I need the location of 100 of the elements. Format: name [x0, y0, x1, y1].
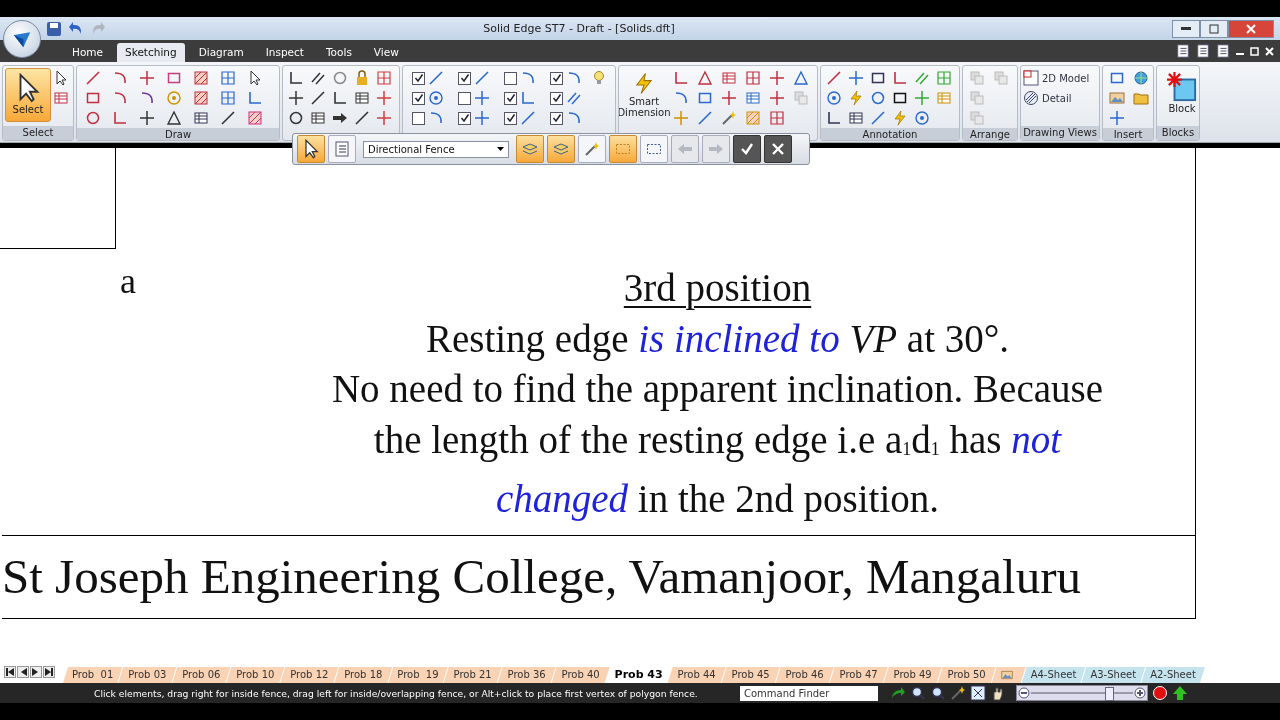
- grid-icon[interactable]: [219, 70, 236, 86]
- hatch-icon[interactable]: [192, 90, 209, 106]
- sheet-tab[interactable]: A2-Sheet: [1141, 667, 1205, 683]
- circle-icon[interactable]: [288, 110, 304, 126]
- save-icon[interactable]: [46, 20, 62, 37]
- line-icon[interactable]: [354, 110, 370, 126]
- toolbar-button[interactable]: [297, 135, 325, 163]
- crosshair-icon[interactable]: [769, 90, 785, 106]
- crosshair-icon[interactable]: [848, 70, 864, 86]
- checkbox[interactable]: [412, 111, 425, 125]
- toolbar-button[interactable]: [764, 135, 792, 163]
- right-arrow-icon[interactable]: [332, 110, 348, 126]
- fit-view-icon[interactable]: [970, 685, 986, 701]
- checkbox[interactable]: [412, 71, 425, 85]
- sheet-tab[interactable]: Prob 21: [443, 667, 502, 683]
- sheet-navigation-icon[interactable]: [43, 665, 55, 678]
- select-button[interactable]: Select: [5, 68, 51, 122]
- square-icon[interactable]: [870, 70, 886, 86]
- zoom-out-icon[interactable]: [1018, 687, 1030, 699]
- line-icon[interactable]: [310, 90, 326, 106]
- hatch-icon[interactable]: [246, 110, 263, 126]
- checkbox[interactable]: [458, 71, 471, 85]
- list-icon[interactable]: [1216, 44, 1230, 58]
- sheet-navigation-icon[interactable]: [4, 665, 16, 678]
- corner-icon[interactable]: [288, 70, 304, 86]
- circle-icon[interactable]: [84, 110, 101, 126]
- sheet-tab[interactable]: A4-Sheet: [1021, 667, 1086, 683]
- arc-icon[interactable]: [428, 110, 444, 126]
- grid-icon[interactable]: [769, 110, 785, 126]
- sheet-tab[interactable]: Prob 18: [334, 667, 393, 683]
- crosshair-icon[interactable]: [474, 90, 490, 106]
- magnifier-icon[interactable]: [910, 685, 926, 701]
- crosshair-icon[interactable]: [138, 110, 155, 126]
- target-icon[interactable]: [826, 90, 842, 106]
- grid-icon[interactable]: [376, 70, 392, 86]
- fence-dropdown[interactable]: Directional Fence: [363, 140, 509, 158]
- sheet-tab[interactable]: Prob 12: [280, 667, 339, 683]
- bulb-icon[interactable]: [591, 70, 607, 86]
- table-icon[interactable]: [354, 90, 370, 106]
- table-icon[interactable]: [745, 90, 761, 106]
- pointer-icon[interactable]: [53, 70, 69, 86]
- command-finder-field[interactable]: Command Finder: [740, 685, 878, 701]
- up-arrow-icon[interactable]: [1172, 685, 1188, 701]
- sheet-tab[interactable]: Prob 03: [118, 667, 177, 683]
- checkbox[interactable]: [458, 111, 471, 125]
- list-icon[interactable]: [1196, 44, 1210, 58]
- arc-icon[interactable]: [520, 70, 536, 86]
- sheet-tab[interactable]: Prob 06: [172, 667, 231, 683]
- application-button[interactable]: [3, 20, 41, 58]
- sheet-tab[interactable]: Prob 01: [63, 667, 123, 683]
- corner-icon[interactable]: [673, 70, 689, 86]
- circle-icon[interactable]: [870, 90, 886, 106]
- crosshair-icon[interactable]: [376, 90, 392, 106]
- checkbox[interactable]: [504, 91, 517, 105]
- toolbar-button[interactable]: [640, 135, 668, 163]
- globe-icon[interactable]: [1133, 70, 1149, 86]
- hand-icon[interactable]: [990, 685, 1006, 701]
- sheet-tab[interactable]: Prob 50: [937, 667, 996, 683]
- checkbox[interactable]: [550, 71, 563, 85]
- list-icon[interactable]: [1176, 44, 1190, 58]
- table-icon[interactable]: [53, 90, 69, 106]
- arc-icon[interactable]: [566, 110, 582, 126]
- checkbox[interactable]: [550, 91, 563, 105]
- record-icon[interactable]: [1152, 685, 1168, 701]
- lock-icon[interactable]: [354, 70, 370, 86]
- sheet-tab[interactable]: Prob 19: [388, 667, 448, 683]
- table-icon[interactable]: [721, 70, 737, 86]
- close-button[interactable]: [1228, 19, 1274, 38]
- table-icon[interactable]: [310, 110, 326, 126]
- wand-icon[interactable]: [950, 685, 966, 701]
- parallel-lines-icon[interactable]: [310, 70, 326, 86]
- wand-icon[interactable]: [721, 110, 737, 126]
- sheet-tab[interactable]: Prob 40: [551, 667, 610, 683]
- sheet-navigation-icon[interactable]: [30, 665, 42, 678]
- view-button[interactable]: Detail: [1023, 90, 1090, 106]
- sheet-tab[interactable]: Prob 45: [721, 667, 780, 683]
- sheet-tab[interactable]: Prob 10: [226, 667, 285, 683]
- checkbox[interactable]: [504, 111, 517, 125]
- restore-icon[interactable]: [1250, 46, 1259, 56]
- corner-icon[interactable]: [826, 110, 842, 126]
- crosshair-icon[interactable]: [288, 90, 304, 106]
- sheet-tab[interactable]: Prob 47: [829, 667, 888, 683]
- triangle-icon[interactable]: [697, 70, 713, 86]
- arc-icon[interactable]: [566, 70, 582, 86]
- ribbon-tab[interactable]: View: [365, 43, 407, 62]
- crosshair-icon[interactable]: [138, 70, 155, 86]
- line-icon[interactable]: [84, 70, 101, 86]
- image-icon[interactable]: [1109, 90, 1125, 106]
- checkbox[interactable]: [412, 91, 425, 105]
- target-icon[interactable]: [428, 90, 444, 106]
- crosshair-icon[interactable]: [1109, 110, 1125, 126]
- sheet-tab[interactable]: A3-Sheet: [1081, 667, 1146, 683]
- sheet-tab[interactable]: Prob 36: [497, 667, 556, 683]
- sheet-navigation-icon[interactable]: [17, 665, 29, 678]
- zoom-slider[interactable]: [1016, 685, 1148, 701]
- crosshair-icon[interactable]: [376, 110, 392, 126]
- line-icon[interactable]: [474, 70, 490, 86]
- checkbox[interactable]: [458, 91, 471, 105]
- lightning-icon[interactable]: [848, 90, 864, 106]
- checkbox[interactable]: [550, 111, 563, 125]
